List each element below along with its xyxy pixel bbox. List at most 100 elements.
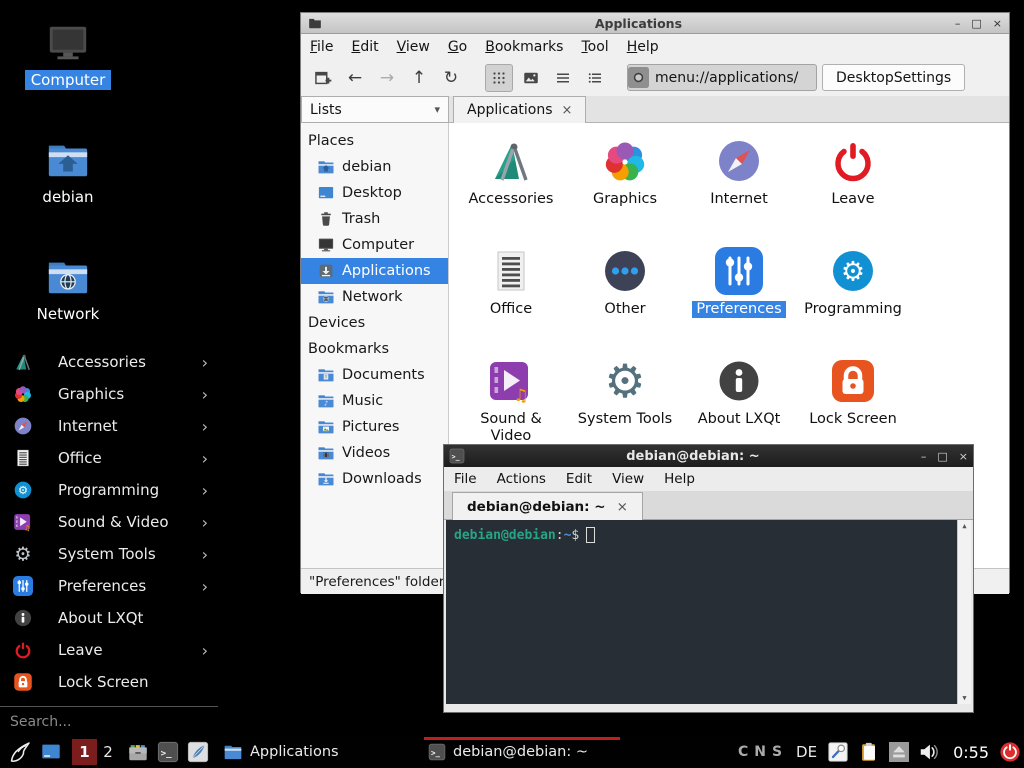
terminal-screen[interactable]: debian@debian:~$ ▲▼ — [446, 520, 971, 704]
thumbnail-view-button[interactable] — [517, 64, 545, 92]
close-button[interactable]: × — [993, 18, 1002, 29]
keyboard-layout-indicator[interactable]: DE — [796, 743, 817, 761]
reload-button[interactable]: ↻ — [437, 64, 465, 92]
category-graphics[interactable]: Graphics — [568, 137, 682, 247]
menu-item-label: About LXQt — [58, 609, 208, 627]
compact-view-button[interactable] — [549, 64, 577, 92]
menu-edit[interactable]: Edit — [556, 469, 602, 489]
menu-edit[interactable]: Edit — [342, 37, 387, 57]
minimize-button[interactable]: – — [955, 18, 961, 29]
desktop-icon-label: debian — [36, 187, 99, 207]
start-menu-item-accessories[interactable]: Accessories › — [0, 346, 218, 378]
start-menu-item-leave[interactable]: Leave › — [0, 634, 218, 666]
menu-bookmarks[interactable]: Bookmarks — [476, 37, 572, 57]
tab-applications[interactable]: Applications × — [453, 96, 586, 123]
menu-view[interactable]: View — [602, 469, 654, 489]
menu-help[interactable]: Help — [654, 469, 705, 489]
start-menu-item-office[interactable]: Office › — [0, 442, 218, 474]
window-title: debian@debian: ~ — [465, 449, 921, 464]
sidebar-item-debian[interactable]: debian — [301, 154, 448, 180]
back-button[interactable]: ← — [341, 64, 369, 92]
sidebar-item-downloads[interactable]: Downloads — [301, 466, 448, 492]
detailed-view-button[interactable] — [581, 64, 609, 92]
forward-button[interactable]: → — [373, 64, 401, 92]
terminal-launcher[interactable] — [157, 741, 179, 763]
sidebar-mode-combobox[interactable]: Lists ▾ — [301, 96, 449, 123]
start-menu-item-system-tools[interactable]: System Tools › — [0, 538, 218, 570]
main-menu-button[interactable] — [8, 740, 32, 764]
category-office[interactable]: Office — [454, 247, 568, 357]
applications-icon — [317, 262, 335, 280]
start-menu-item-preferences[interactable]: Preferences › — [0, 570, 218, 602]
workspace-1-button[interactable]: 1 — [72, 739, 97, 765]
sidebar-item-trash[interactable]: Trash — [301, 206, 448, 232]
system-tray: C N S DE 0:55 — [738, 741, 1024, 763]
menu-view[interactable]: View — [388, 37, 439, 57]
category-preferences[interactable]: Preferences — [682, 247, 796, 357]
start-menu-item-sound-video[interactable]: Sound & Video › — [0, 506, 218, 538]
menu-file[interactable]: File — [301, 37, 342, 57]
category-programming[interactable]: Programming — [796, 247, 910, 357]
start-menu-item-about-lxqt[interactable]: About LXQt — [0, 602, 218, 634]
desktop-icon-computer[interactable]: Computer — [20, 20, 116, 90]
category-accessories[interactable]: Accessories — [454, 137, 568, 247]
desktop-settings-button[interactable]: DesktopSettings — [822, 64, 965, 91]
maximize-button[interactable]: □ — [937, 451, 947, 462]
file-manager-titlebar[interactable]: Applications – □ × — [301, 13, 1009, 34]
minimize-button[interactable]: – — [921, 451, 927, 462]
workspace-2-button[interactable]: 2 — [97, 743, 119, 761]
scroll-up-icon[interactable]: ▲ — [962, 522, 966, 530]
start-menu-item-lock-screen[interactable]: Lock Screen — [0, 666, 218, 698]
category-label: Accessories — [469, 191, 554, 208]
sidebar-item-desktop[interactable]: Desktop — [301, 180, 448, 206]
menu-tool[interactable]: Tool — [572, 37, 617, 57]
start-menu-item-graphics[interactable]: Graphics › — [0, 378, 218, 410]
sidebar-item-pictures[interactable]: Pictures — [301, 414, 448, 440]
sidebar-item-applications[interactable]: Applications — [301, 258, 448, 284]
menu-actions[interactable]: Actions — [487, 469, 556, 489]
clock[interactable]: 0:55 — [953, 743, 989, 762]
terminal-tab[interactable]: debian@debian: ~ × — [452, 492, 643, 520]
start-menu-item-internet[interactable]: Internet › — [0, 410, 218, 442]
start-menu-search-input[interactable]: Search... — [0, 706, 218, 736]
graphics-icon — [13, 384, 33, 404]
category-leave[interactable]: Leave — [796, 137, 910, 247]
new-tab-button[interactable] — [309, 64, 337, 92]
close-button[interactable]: × — [959, 451, 968, 462]
menu-help[interactable]: Help — [618, 37, 668, 57]
tab-close-icon[interactable]: × — [617, 499, 628, 515]
maximize-button[interactable]: □ — [971, 18, 981, 29]
submenu-arrow-icon: › — [202, 641, 208, 660]
category-internet[interactable]: Internet — [682, 137, 796, 247]
clipboard-icon[interactable] — [858, 741, 880, 763]
terminal-titlebar[interactable]: debian@debian: ~ – □ × — [444, 445, 973, 467]
icon-view-button[interactable] — [485, 64, 513, 92]
desktop-icon-network[interactable]: Network — [20, 254, 116, 324]
screenshot-tool-icon[interactable] — [827, 741, 849, 763]
terminal-scrollbar[interactable]: ▲▼ — [957, 520, 971, 704]
tab-close-icon[interactable]: × — [562, 103, 573, 118]
start-menu-item-programming[interactable]: Programming › — [0, 474, 218, 506]
address-bar[interactable]: menu://applications/ — [627, 64, 817, 91]
desktop-icon-debian[interactable]: debian — [20, 137, 116, 207]
lock-icon — [829, 357, 877, 405]
up-button[interactable]: ↑ — [405, 64, 433, 92]
category-other[interactable]: Other — [568, 247, 682, 357]
folder-icon — [308, 16, 322, 30]
task-applications[interactable]: Applications — [219, 736, 419, 768]
sidebar-item-computer[interactable]: Computer — [301, 232, 448, 258]
eject-icon[interactable] — [889, 742, 909, 762]
task-terminal[interactable]: debian@debian: ~ — [424, 736, 624, 768]
text-editor-launcher[interactable] — [187, 741, 209, 763]
menu-go[interactable]: Go — [439, 37, 476, 57]
file-manager-launcher[interactable] — [127, 741, 149, 763]
power-button[interactable] — [999, 741, 1021, 763]
volume-icon[interactable] — [918, 741, 940, 763]
sidebar-item-music[interactable]: Music — [301, 388, 448, 414]
sidebar-item-videos[interactable]: Videos — [301, 440, 448, 466]
show-desktop-button[interactable] — [40, 741, 62, 763]
sidebar-item-documents[interactable]: Documents — [301, 362, 448, 388]
sidebar-item-network[interactable]: Network — [301, 284, 448, 310]
scroll-down-icon[interactable]: ▼ — [962, 694, 966, 702]
menu-file[interactable]: File — [444, 469, 487, 489]
